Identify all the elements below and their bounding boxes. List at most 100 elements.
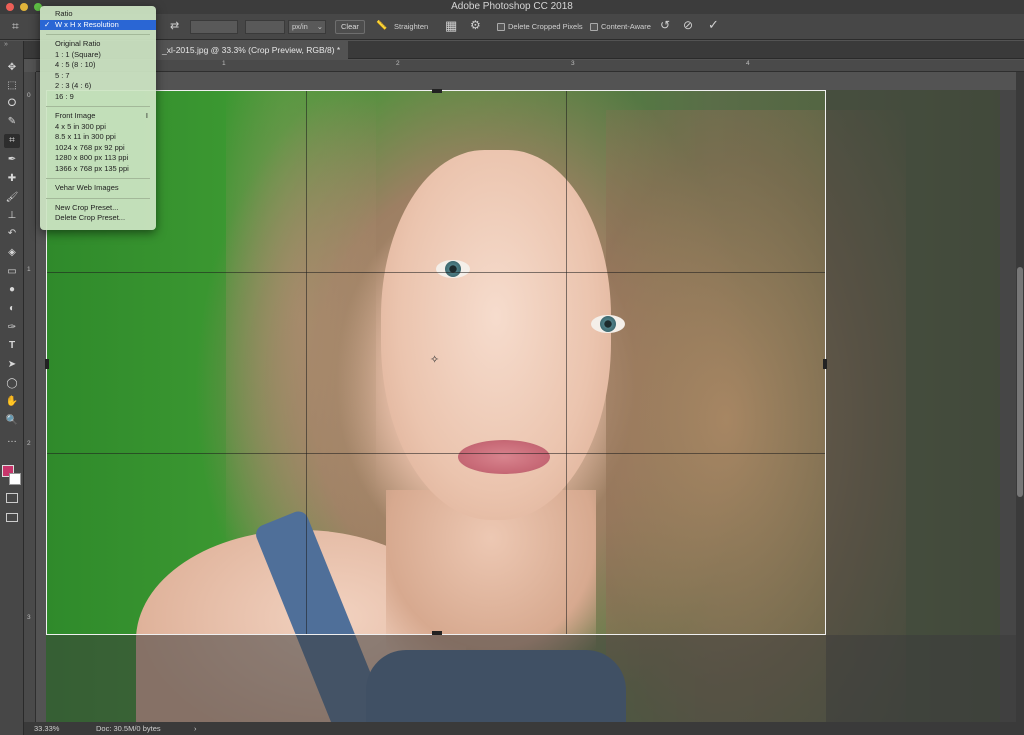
overlay-grid-icon[interactable]: ▦ [445, 18, 457, 34]
ruler-top: 1 2 3 4 [36, 60, 1024, 72]
crop-grid-line [306, 91, 307, 634]
menu-item-ratio[interactable]: Ratio [40, 9, 156, 20]
crop-box[interactable]: ✧ [45, 89, 827, 635]
menu-item-delete-crop-preset[interactable]: Delete Crop Preset... [40, 213, 156, 224]
pen-icon[interactable]: ✑ [4, 321, 20, 335]
menu-item-vehar-web-images[interactable]: Vehar Web Images [40, 183, 156, 194]
menu-item-front-image[interactable]: Front Image I [40, 111, 156, 122]
marquee-icon[interactable]: ⬚ [4, 79, 20, 93]
gradient-icon[interactable]: ▭ [4, 265, 20, 279]
clear-button-label: Clear [341, 22, 359, 31]
menu-item-label: 1024 x 768 px 92 ppi [55, 142, 125, 152]
ruler-tick: 1 [27, 266, 31, 273]
status-menu-arrow[interactable]: › [194, 722, 197, 735]
more-tools-icon[interactable]: … [4, 433, 20, 447]
screen-mode-icon[interactable] [6, 513, 18, 522]
crop-shield-right [826, 90, 1016, 722]
type-icon[interactable]: T [4, 339, 20, 353]
menu-separator [46, 197, 150, 199]
vertical-scrollbar[interactable] [1016, 72, 1024, 722]
straighten-icon[interactable]: 📏 [376, 20, 387, 31]
width-field[interactable] [190, 20, 238, 34]
lasso-icon[interactable]: ⵔ [4, 97, 20, 111]
menu-item-2-3[interactable]: 2 : 3 (4 : 6) [40, 81, 156, 92]
quick-mask-icon[interactable] [6, 493, 18, 503]
crop-handle-top[interactable] [432, 89, 442, 93]
checkbox-box [497, 23, 505, 32]
ruler-tick: 2 [27, 440, 31, 447]
content-aware-checkbox[interactable]: Content-Aware [590, 22, 651, 32]
menu-item-5-7[interactable]: 5 : 7 [40, 71, 156, 82]
document-tab[interactable]: _xl-2015.jpg @ 33.3% (Crop Preview, RGB/… [154, 41, 349, 59]
gear-icon[interactable]: ⚙ [470, 18, 481, 32]
background-color-swatch[interactable] [9, 473, 21, 485]
menu-item-1280x800[interactable]: 1280 x 800 px 113 ppi [40, 153, 156, 164]
menu-item-label: 4 x 5 in 300 ppi [55, 121, 106, 131]
tools-panel: » ✥ ⬚ ⵔ ✎ ⌗ ✒ ✚ 🖌 ⊥ ↶ ◈ ▭ ● ◐ ✑ T ➤ ◯ ✋ … [0, 41, 24, 735]
crop-handle-bottom[interactable] [432, 631, 442, 635]
ruler-tick: 0 [27, 92, 31, 99]
crop-handle-left[interactable] [45, 359, 49, 369]
menu-item-original-ratio[interactable]: Original Ratio [40, 39, 156, 50]
swap-dimensions-icon[interactable]: ⇄ [170, 19, 179, 32]
menu-separator [46, 178, 150, 179]
doc-size-info: Doc: 30.5M/0 bytes [96, 724, 161, 733]
straighten-label[interactable]: Straighten [394, 22, 428, 31]
shape-icon[interactable]: ◯ [4, 377, 20, 391]
menu-item-16-9[interactable]: 16 : 9 [40, 92, 156, 103]
resolution-field[interactable] [245, 20, 285, 34]
menu-item-label: W x H x Resolution [55, 19, 119, 29]
menu-item-label: Original Ratio [55, 39, 101, 48]
commit-check-icon[interactable]: ✓ [708, 17, 719, 33]
menu-item-label: New Crop Preset... [55, 202, 119, 212]
checkbox-box [590, 23, 598, 32]
panel-collapse-icon[interactable]: » [4, 41, 8, 48]
unit-select[interactable]: px/in ⌄ [288, 20, 326, 34]
menu-item-label: 5 : 7 [55, 70, 70, 80]
path-select-icon[interactable]: ➤ [4, 358, 20, 372]
delete-cropped-checkbox[interactable]: Delete Cropped Pixels [497, 22, 583, 32]
checkmark-icon: ✓ [44, 19, 51, 29]
ruler-tick: 3 [571, 60, 575, 67]
crop-shield-bottom [36, 635, 1016, 722]
clear-button[interactable]: Clear [335, 20, 365, 34]
eyedropper-icon[interactable]: ✒ [4, 153, 20, 167]
menu-item-label: 16 : 9 [55, 91, 74, 101]
healing-icon[interactable]: ✚ [4, 172, 20, 186]
menu-item-label: Vehar Web Images [55, 183, 119, 192]
minimize-window-button[interactable] [20, 3, 28, 11]
cancel-icon[interactable]: ⊘ [683, 18, 693, 32]
menu-item-w-h-resolution[interactable]: ✓ W x H x Resolution [40, 19, 156, 30]
dodge-icon[interactable]: ◐ [4, 302, 20, 316]
vertical-scroll-thumb[interactable] [1017, 267, 1023, 497]
document-tab-label: _xl-2015.jpg @ 33.3% (Crop Preview, RGB/… [162, 45, 341, 55]
menu-item-1-1[interactable]: 1 : 1 (Square) [40, 50, 156, 61]
crop-grid-line [566, 91, 567, 634]
zoom-level[interactable]: 33.33% [34, 722, 59, 735]
document-canvas[interactable]: ✧ [36, 72, 1016, 722]
crop-icon[interactable]: ⌗ [4, 134, 20, 148]
crop-tool-preset-icon[interactable]: ⌗ [12, 19, 19, 34]
move-icon[interactable]: ✥ [4, 61, 20, 75]
reset-icon[interactable]: ↺ [660, 18, 670, 32]
menu-item-label: Delete Crop Preset... [55, 213, 126, 222]
menu-item-8.5x11-300[interactable]: 8.5 x 11 in 300 ppi [40, 132, 156, 143]
stamp-icon[interactable]: ⊥ [4, 209, 20, 223]
crop-handle-right[interactable] [823, 359, 827, 369]
brush-icon[interactable]: 🖌 [4, 191, 20, 205]
eraser-icon[interactable]: ◈ [4, 246, 20, 260]
menu-item-1366x768[interactable]: 1366 x 768 px 135 ppi [40, 164, 156, 175]
unit-select-value: px/in [292, 22, 308, 31]
hand-icon[interactable]: ✋ [4, 395, 20, 409]
ruler-tick: 4 [746, 60, 750, 67]
zoom-icon[interactable]: 🔍 [4, 414, 20, 428]
quick-select-icon[interactable]: ✎ [4, 115, 20, 129]
menu-item-4-5[interactable]: 4 : 5 (8 : 10) [40, 60, 156, 71]
menu-item-4x5-300[interactable]: 4 x 5 in 300 ppi [40, 122, 156, 133]
close-window-button[interactable] [6, 3, 14, 11]
menu-item-new-crop-preset[interactable]: New Crop Preset... [40, 203, 156, 214]
blur-icon[interactable]: ● [4, 283, 20, 297]
history-brush-icon[interactable]: ↶ [4, 227, 20, 241]
menu-item-label: Ratio [55, 9, 73, 18]
menu-item-1024x768[interactable]: 1024 x 768 px 92 ppi [40, 143, 156, 154]
